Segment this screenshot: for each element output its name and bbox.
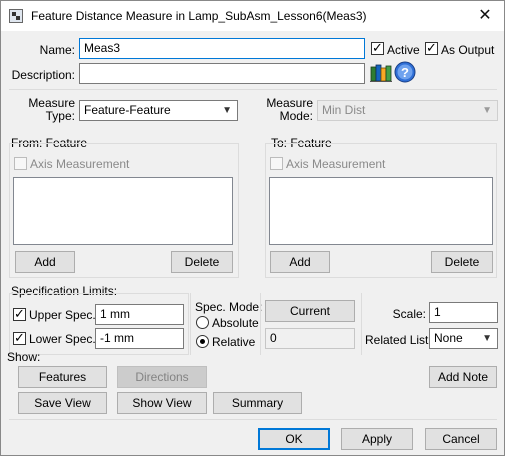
help-icon[interactable]: ? <box>394 61 416 83</box>
spec-mode-title: Spec. Mode: <box>195 300 263 314</box>
absolute-label: Absolute <box>212 316 259 330</box>
name-input[interactable]: Meas3 <box>79 38 365 59</box>
divider <box>361 293 362 355</box>
measure-mode-select: Min Dist ▼ <box>317 100 498 121</box>
to-feature-list[interactable] <box>269 177 493 245</box>
relative-label: Relative <box>212 335 256 349</box>
to-axis-label: Axis Measurement <box>286 157 386 171</box>
scale-label: Scale: <box>392 307 426 321</box>
apply-button[interactable]: Apply <box>341 428 413 450</box>
description-label: Description: <box>11 68 75 82</box>
measure-mode-label-line2: Mode: <box>279 109 313 123</box>
directions-button: Directions <box>117 366 207 388</box>
related-list-value: None <box>434 331 463 345</box>
title-bar: Feature Distance Measure in Lamp_SubAsm_… <box>1 1 504 31</box>
svg-text:?: ? <box>401 65 409 80</box>
dialog-window: Feature Distance Measure in Lamp_SubAsm_… <box>0 0 505 456</box>
from-axis-label: Axis Measurement <box>30 157 130 171</box>
from-axis-checkbox <box>14 157 27 170</box>
show-view-button[interactable]: Show View <box>117 392 207 414</box>
as-output-checkbox[interactable] <box>425 40 438 56</box>
name-label: Name: <box>39 43 75 57</box>
summary-button[interactable]: Summary <box>213 392 302 414</box>
window-title: Feature Distance Measure in Lamp_SubAsm_… <box>31 9 367 23</box>
features-button[interactable]: Features <box>18 366 107 388</box>
measure-type-label-line2: Type: <box>45 109 75 123</box>
to-delete-button[interactable]: Delete <box>431 251 493 273</box>
lower-spec-input[interactable]: -1 mm <box>95 328 184 349</box>
divider <box>260 293 261 355</box>
from-feature-list[interactable] <box>13 177 233 245</box>
divider <box>190 293 191 355</box>
as-output-label: As Output <box>441 43 495 57</box>
active-label: Active <box>387 43 420 57</box>
scale-input[interactable]: 1 <box>429 302 498 323</box>
current-value-field: 0 <box>265 328 355 349</box>
to-add-button[interactable]: Add <box>270 251 330 273</box>
measure-mode-value: Min Dist <box>322 103 366 117</box>
add-note-button[interactable]: Add Note <box>429 366 497 388</box>
measure-type-select[interactable]: Feature-Feature ▼ <box>79 100 238 121</box>
divider <box>9 419 497 420</box>
library-icon[interactable] <box>370 61 392 83</box>
from-add-button[interactable]: Add <box>15 251 75 273</box>
measure-type-label-line1: Measure <box>28 96 75 110</box>
description-input[interactable] <box>79 63 365 84</box>
app-icon <box>9 9 23 23</box>
upper-spec-input[interactable]: 1 mm <box>95 304 184 325</box>
measure-type-value: Feature-Feature <box>84 103 171 117</box>
chevron-down-icon: ▼ <box>222 105 232 116</box>
active-checkbox[interactable] <box>371 40 384 56</box>
lower-spec-label: Lower Spec.: <box>29 332 100 346</box>
absolute-radio[interactable] <box>196 316 209 329</box>
upper-spec-checkbox[interactable] <box>13 306 26 322</box>
chevron-down-icon: ▼ <box>482 105 492 116</box>
cancel-button[interactable]: Cancel <box>425 428 497 450</box>
from-delete-button[interactable]: Delete <box>171 251 233 273</box>
ok-button[interactable]: OK <box>258 428 330 450</box>
chevron-down-icon: ▼ <box>482 333 492 344</box>
related-list-label: Related List: <box>365 333 432 347</box>
related-list-select[interactable]: None ▼ <box>429 328 498 349</box>
close-icon[interactable]: ✕ <box>474 5 496 27</box>
measure-mode-label-line1: Measure <box>266 96 313 110</box>
upper-spec-label: Upper Spec.: <box>29 308 100 322</box>
save-view-button[interactable]: Save View <box>18 392 107 414</box>
relative-radio[interactable] <box>196 335 209 348</box>
current-button[interactable]: Current <box>265 300 355 322</box>
lower-spec-checkbox[interactable] <box>13 330 26 346</box>
divider <box>9 89 497 90</box>
to-axis-checkbox <box>270 157 283 170</box>
show-title: Show: <box>7 350 41 364</box>
